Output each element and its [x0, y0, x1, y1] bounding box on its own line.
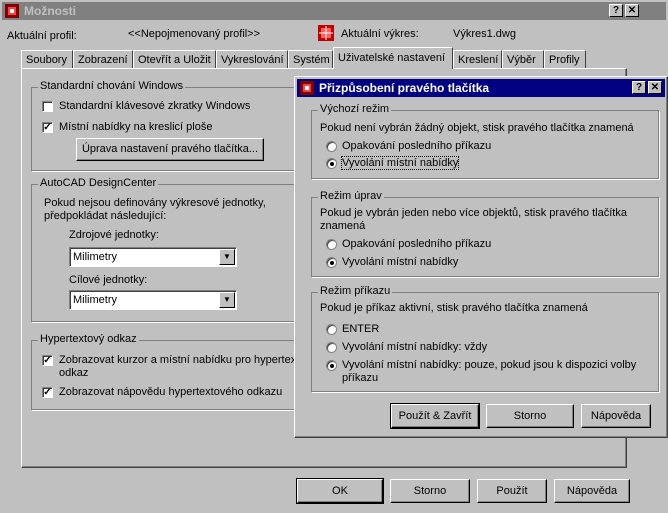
hyperlink-tooltip-checkbox[interactable]: ✓	[42, 387, 53, 398]
right-click-dialog: Přizpůsobení pravého tlačítka ? ✕ Výchoz…	[294, 76, 668, 438]
right-click-customization-button[interactable]: Úprava nastavení pravého tlačítka...	[76, 138, 264, 161]
tab-profily[interactable]: Profily	[544, 50, 586, 68]
main-help-button[interactable]: ?	[609, 4, 623, 17]
autocad-app-icon	[300, 81, 314, 95]
cancel-button[interactable]: Storno	[390, 479, 470, 503]
profile-label: Aktuální profil:	[7, 30, 77, 42]
dialog-close-button[interactable]: ✕	[648, 81, 662, 94]
autocad-app-icon	[5, 4, 19, 18]
tab-vyber[interactable]: Výběr	[502, 50, 544, 68]
default-repeat-label: Opakování posledního příkazu	[342, 140, 492, 152]
tab-system[interactable]: Systém	[288, 50, 333, 68]
windows-behavior-title: Standardní chování Windows	[38, 80, 186, 92]
edit-menu-label: Vyvolání místní nabídky	[342, 256, 459, 268]
dialog-title: Přizpůsobení pravého tlačítka	[319, 81, 490, 95]
tab-vykreslovani[interactable]: Vykreslování	[216, 50, 288, 68]
dialog-title-bar[interactable]: Přizpůsobení pravého tlačítka ? ✕	[297, 79, 665, 97]
designcenter-desc-line1: Pokud nejsou definovány výkresové jednot…	[44, 197, 266, 209]
command-menu-always-radio[interactable]	[326, 342, 337, 353]
chevron-down-icon[interactable]: ▼	[219, 249, 235, 265]
windows-shortcuts-label: Standardní klávesové zkratky Windows	[59, 100, 251, 112]
main-title-bar[interactable]: Možnosti ? ✕	[2, 2, 666, 20]
edit-menu-radio[interactable]	[326, 257, 337, 268]
command-enter-radio[interactable]	[326, 324, 337, 335]
source-units-value: Milimetry	[73, 251, 117, 263]
default-repeat-radio[interactable]	[326, 141, 337, 152]
hyperlink-cursor-checkbox[interactable]: ✓	[42, 355, 53, 366]
default-mode-desc: Pokud není vybrán žádný objekt, stisk pr…	[320, 122, 634, 134]
dialog-cancel-button[interactable]: Storno	[486, 404, 574, 428]
drawing-icon	[318, 25, 334, 41]
main-title: Možnosti	[24, 4, 76, 18]
source-units-select[interactable]: Milimetry ▼	[69, 247, 237, 267]
target-units-label: Cílové jednotky:	[69, 274, 148, 286]
hyperlink-cursor-label-line2: odkaz	[59, 367, 89, 379]
default-menu-radio[interactable]	[326, 158, 337, 169]
profile-value: <<Nepojmenovaný profil>>	[128, 28, 261, 40]
shortcut-menus-checkbox[interactable]: ✓	[42, 122, 53, 133]
tab-otevrit-ulozit[interactable]: Otevřít a Uložit	[133, 50, 216, 68]
dialog-help-button-bottom[interactable]: Nápověda	[581, 404, 651, 428]
tab-soubory[interactable]: Soubory	[21, 50, 73, 68]
edit-repeat-label: Opakování posledního příkazu	[342, 238, 492, 250]
command-mode-desc: Pokud je příkaz aktivní, stisk pravého t…	[320, 302, 588, 314]
chevron-down-icon[interactable]: ▼	[219, 292, 235, 308]
edit-repeat-radio[interactable]	[326, 239, 337, 250]
edit-mode-desc-line2: znamená	[320, 220, 366, 232]
windows-shortcuts-checkbox[interactable]	[42, 101, 53, 112]
command-menu-options-label-line2: příkazu	[342, 372, 379, 384]
default-menu-label: Vyvolání místní nabídky	[340, 156, 460, 170]
apply-button[interactable]: Použít	[477, 479, 547, 503]
hyperlink-cursor-label-line1: Zobrazovat kurzor a místní nabídku pro h…	[59, 354, 295, 366]
edit-mode-title: Režim úprav	[318, 190, 384, 202]
tab-kresleni[interactable]: Kreslení	[453, 50, 502, 68]
command-menu-options-radio[interactable]	[326, 360, 337, 371]
tab-zobrazeni[interactable]: Zobrazení	[73, 50, 133, 68]
hyperlink-title: Hypertextový odkaz	[38, 333, 139, 345]
apply-close-button[interactable]: Použít & Zavřít	[390, 403, 480, 429]
edit-mode-desc-line1: Pokud je vybrán jeden nebo více objektů,…	[320, 207, 627, 219]
command-mode-title: Režim příkazu	[318, 285, 393, 297]
command-enter-label: ENTER	[342, 323, 380, 335]
help-button[interactable]: Nápověda	[554, 479, 630, 503]
source-units-label: Zdrojové jednotky:	[69, 229, 159, 241]
target-units-value: Milimetry	[73, 294, 117, 306]
shortcut-menus-label: Místní nabídky na kreslicí ploše	[59, 121, 213, 133]
ok-button[interactable]: OK	[296, 478, 384, 504]
default-mode-title: Výchozí režim	[318, 103, 392, 115]
main-close-button[interactable]: ✕	[625, 4, 639, 17]
command-menu-always-label: Vyvolání místní nabídky: vždy	[342, 341, 488, 353]
hyperlink-tooltip-label: Zobrazovat nápovědu hypertextového odkaz…	[59, 386, 283, 398]
drawing-value: Výkres1.dwg	[453, 28, 516, 40]
tab-uzivatelske-nastaveni[interactable]: Uživatelské nastavení	[333, 47, 453, 69]
designcenter-desc-line2: předpokládat následující:	[44, 210, 167, 222]
dialog-help-button[interactable]: ?	[632, 81, 646, 94]
designcenter-title: AutoCAD DesignCenter	[38, 177, 159, 189]
command-menu-options-label-line1: Vyvolání místní nabídky: pouze, pokud js…	[342, 359, 637, 371]
drawing-label: Aktuální výkres:	[341, 28, 419, 40]
target-units-select[interactable]: Milimetry ▼	[69, 290, 237, 310]
